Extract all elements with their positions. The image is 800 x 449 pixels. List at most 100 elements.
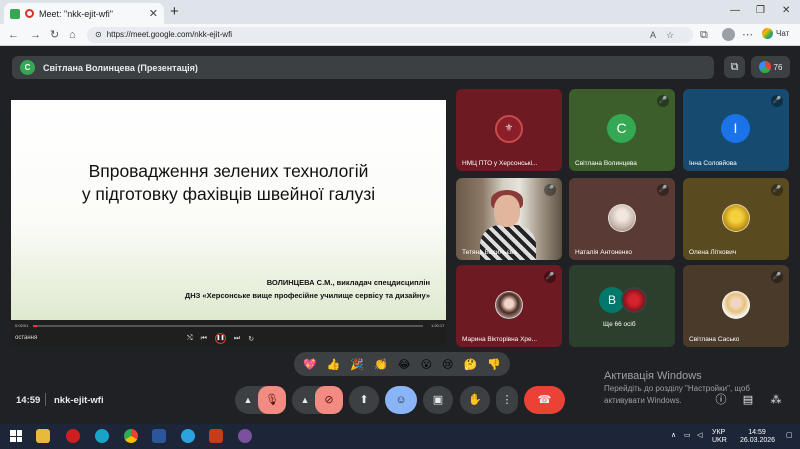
- chat-icon[interactable]: ▤: [740, 392, 756, 408]
- home-icon[interactable]: ⌂: [69, 27, 76, 43]
- reaction-thinking[interactable]: 🤔: [463, 358, 477, 371]
- reaction-party[interactable]: 🎉: [350, 358, 364, 371]
- reactions-button[interactable]: ☺: [385, 386, 417, 414]
- reaction-clap[interactable]: 👏: [374, 358, 388, 371]
- more-participants-label: Ще 66 осіб: [603, 321, 636, 328]
- layout-icon: ⧉: [730, 61, 739, 73]
- participant-tile[interactable]: 🎤 І Інна Соловйова: [683, 89, 789, 171]
- address-bar[interactable]: ⊙ https://meet.google.com/nkk-ejit-wfi: [87, 27, 693, 43]
- clock-time: 14:59: [748, 429, 766, 436]
- reaction-thumbs-down[interactable]: 👎: [487, 358, 501, 371]
- reaction-heart[interactable]: 💖: [303, 358, 317, 371]
- participant-tile[interactable]: 🎤 С Світлана Волинцева: [569, 89, 675, 171]
- divider: [45, 393, 46, 406]
- participant-tile[interactable]: ⚜ НМЦ ПТО у Херсонські...: [456, 89, 562, 171]
- url-text: https://meet.google.com/nkk-ejit-wfi: [106, 30, 233, 39]
- camera-person-face: [494, 195, 520, 227]
- more-options-button[interactable]: ⋮: [496, 386, 518, 414]
- shuffle-icon[interactable]: ⤭: [187, 335, 193, 343]
- opera-icon[interactable]: [66, 429, 80, 443]
- participant-tile[interactable]: 🎤 Наталія Антоненко: [569, 178, 675, 260]
- previous-icon[interactable]: ⏮: [201, 335, 207, 343]
- raise-hand-button[interactable]: ✋: [460, 386, 490, 414]
- reactions-bar: 💖 👍 🎉 👏 😂 😮 😢 🤔 👎: [294, 352, 510, 376]
- clock-date: 26.03.2026: [740, 437, 776, 444]
- copilot-icon: [762, 28, 773, 39]
- next-icon[interactable]: ⏭: [234, 335, 240, 343]
- participant-photo: [722, 204, 750, 232]
- reaction-surprised[interactable]: 😮: [421, 358, 432, 371]
- copilot-chat-button[interactable]: Чат: [762, 28, 789, 39]
- meeting-info-icon[interactable]: ⓘ: [713, 392, 729, 408]
- change-layout-button[interactable]: ⧉: [724, 56, 745, 78]
- window-maximize-button[interactable]: ❐: [756, 4, 765, 18]
- participant-tile[interactable]: 🎤 Олена Літкович: [683, 178, 789, 260]
- notifications-icon[interactable]: ▢: [786, 432, 793, 440]
- profile-avatar[interactable]: [722, 28, 735, 41]
- language-line2: UKR: [712, 437, 727, 444]
- chrome-icon[interactable]: [124, 429, 138, 443]
- edge-icon[interactable]: [95, 429, 109, 443]
- collections-icon[interactable]: ⧉: [700, 27, 708, 43]
- favorite-star-icon[interactable]: ☆: [666, 27, 674, 43]
- word-icon[interactable]: [152, 429, 166, 443]
- repeat-icon[interactable]: ↻: [248, 335, 254, 343]
- window-close-button[interactable]: ✕: [782, 4, 790, 18]
- powerpoint-icon[interactable]: [209, 429, 223, 443]
- captions-button[interactable]: ▣: [423, 386, 453, 414]
- reaction-thumbs-up[interactable]: 👍: [327, 358, 341, 371]
- windows-start-icon[interactable]: [10, 430, 22, 442]
- participant-tile-video[interactable]: 🎤 Тетяна Васильєва: [456, 178, 562, 260]
- browser-tab-meet[interactable]: Meet: "nkk-ejit-wfi" ✕: [4, 3, 164, 24]
- network-icon[interactable]: ▭: [684, 432, 691, 440]
- player-controls: 0:02/01 1:20:17 остання ⤭ ⏮ ❚❚ ⏭ ↻: [11, 320, 446, 346]
- presenter-avatar: С: [20, 60, 35, 75]
- read-aloud-icon[interactable]: A: [650, 27, 656, 43]
- hang-up-icon: ☎: [537, 394, 552, 406]
- participant-tile[interactable]: 🎤 Марина Вікторівна Хре...: [456, 265, 562, 347]
- present-screen-button[interactable]: ⬆: [349, 386, 379, 414]
- mic-muted-icon: 🎤: [544, 184, 556, 196]
- camera-toggle-button[interactable]: ⊘: [315, 386, 343, 414]
- shared-presentation[interactable]: Впровадження зелених технологій у підгот…: [11, 90, 446, 346]
- language-indicator[interactable]: УКР UKR: [712, 429, 727, 445]
- telegram-icon[interactable]: [181, 429, 195, 443]
- window-minimize-button[interactable]: —: [730, 4, 740, 18]
- more-participants-tile[interactable]: В Ще 66 осіб: [569, 265, 675, 347]
- captions-icon: ▣: [432, 394, 444, 406]
- new-tab-button[interactable]: +: [170, 2, 179, 22]
- site-info-icon[interactable]: ⊙: [95, 27, 102, 43]
- slide-title: Впровадження зелених технологій у підгот…: [31, 160, 426, 206]
- tab-close-icon[interactable]: ✕: [149, 7, 158, 20]
- back-arrow-icon[interactable]: ←: [8, 27, 19, 43]
- slide-title-line1: Впровадження зелених технологій: [88, 161, 369, 181]
- reaction-sad[interactable]: 😢: [442, 358, 453, 371]
- participants-button[interactable]: 76: [751, 56, 790, 78]
- viber-icon[interactable]: [238, 429, 252, 443]
- participant-tile[interactable]: 🎤 Світлана Сасько: [683, 265, 789, 347]
- mic-options-chevron-icon[interactable]: ▲: [237, 386, 259, 414]
- reaction-laugh[interactable]: 😂: [398, 358, 411, 371]
- meeting-time: 14:59: [16, 395, 41, 406]
- participants-icon: [758, 61, 771, 73]
- tray-chevron-icon[interactable]: ∧: [671, 432, 676, 440]
- slide-title-line2: у підготовку фахівців швейної галузі: [81, 184, 376, 204]
- windows-activation-title: Активація Windows: [604, 370, 702, 382]
- address-bar-icons: A ☆: [650, 27, 674, 43]
- player-progress[interactable]: [33, 325, 423, 327]
- system-clock[interactable]: 14:59 26.03.2026: [740, 429, 776, 445]
- leave-call-button[interactable]: ☎: [524, 386, 565, 414]
- more-menu-icon[interactable]: ⋯: [742, 27, 753, 43]
- activities-icon[interactable]: ⁂: [768, 392, 784, 408]
- pause-icon[interactable]: ❚❚: [214, 333, 226, 344]
- volume-icon[interactable]: ◁: [697, 432, 702, 440]
- player-time-start: 0:02/01: [15, 323, 29, 328]
- present-icon: ⬆: [359, 394, 369, 406]
- camera-options-chevron-icon[interactable]: ▲: [294, 386, 316, 414]
- file-explorer-icon[interactable]: [36, 429, 50, 443]
- participant-name: Інна Соловйова: [689, 160, 737, 167]
- reload-icon[interactable]: ↻: [50, 27, 59, 43]
- forward-arrow-icon[interactable]: →: [30, 27, 41, 43]
- mic-toggle-button[interactable]: 🎙: [258, 386, 286, 414]
- mic-off-icon: 🎙: [265, 394, 279, 406]
